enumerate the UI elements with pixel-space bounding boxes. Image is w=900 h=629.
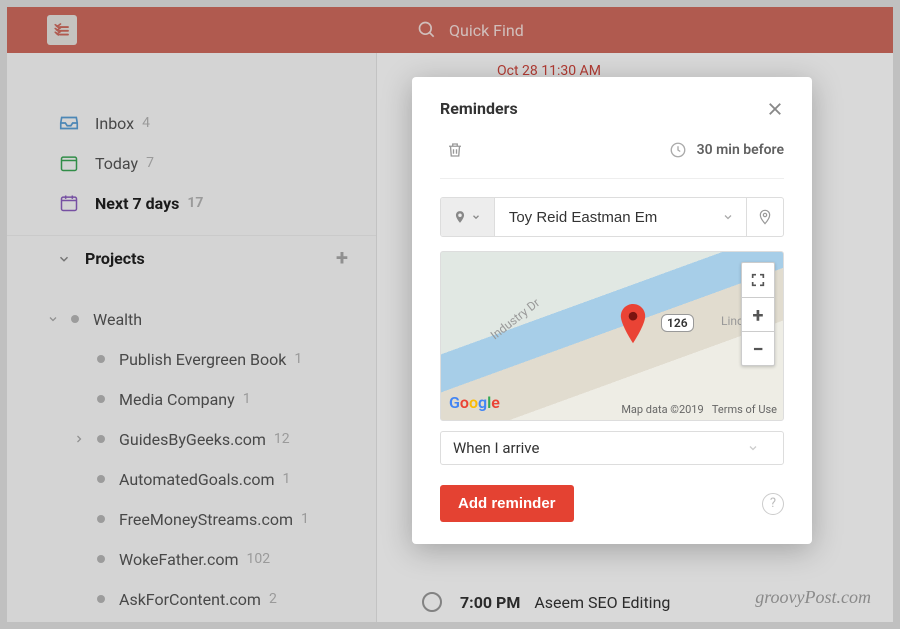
project-count: 1 [301, 511, 309, 527]
nav-count: 4 [142, 115, 150, 131]
map-pin-icon [616, 304, 650, 350]
chevron-down-icon [57, 252, 71, 266]
calendar-icon [57, 191, 81, 215]
project-item[interactable]: FreeMoneyStreams.com 1 [7, 499, 376, 539]
help-button[interactable]: ? [762, 493, 784, 515]
project-bullet [71, 315, 79, 323]
fullscreen-button[interactable] [742, 263, 774, 297]
task-checkbox[interactable] [422, 592, 442, 612]
project-bullet [97, 515, 105, 523]
reminders-modal: Reminders 30 min before [412, 77, 812, 544]
task-row[interactable]: 7:00 PM Aseem SEO Editing [422, 592, 670, 612]
sidebar: Inbox 4 Today 7 Next 7 days 17 Projects … [7, 53, 377, 622]
task-time: 7:00 PM [460, 593, 520, 612]
map-controls: + − [741, 262, 775, 366]
modal-title: Reminders [440, 99, 518, 118]
trigger-select[interactable]: When I arrive [440, 431, 784, 465]
project-label: FreeMoneyStreams.com [119, 510, 293, 529]
topbar: Quick Find [7, 7, 893, 53]
quick-find[interactable]: Quick Find [417, 20, 524, 40]
divider [440, 178, 784, 179]
project-label: Media Company [119, 390, 235, 409]
trigger-value: When I arrive [453, 439, 539, 457]
app-logo[interactable] [47, 15, 77, 45]
route-badge: 126 [661, 314, 694, 332]
project-label: GuidesByGeeks.com [119, 430, 266, 449]
nav-label: Inbox [95, 114, 134, 133]
zoom-in-button[interactable]: + [742, 297, 774, 331]
bg-tile [827, 133, 853, 173]
task-title: Aseem SEO Editing [534, 593, 670, 612]
road-label: Industry Dr [488, 296, 542, 343]
time-before-label[interactable]: 30 min before [697, 142, 784, 158]
project-bullet [97, 355, 105, 363]
search-placeholder: Quick Find [449, 21, 524, 40]
project-label: Wealth [93, 310, 142, 329]
nav-inbox[interactable]: Inbox 4 [7, 103, 376, 143]
chevron-right-icon [73, 433, 97, 445]
section-label: Projects [85, 249, 145, 268]
project-bullet [97, 595, 105, 603]
project-item[interactable]: AskForContent.com 2 [7, 579, 376, 619]
bg-tile [827, 193, 853, 235]
inbox-icon [57, 111, 81, 135]
pin-button[interactable] [746, 198, 783, 236]
project-bullet [97, 435, 105, 443]
location-bar [440, 197, 784, 237]
project-bullet [97, 395, 105, 403]
project-item[interactable]: Media Company 1 [7, 379, 376, 419]
location-input[interactable] [495, 209, 722, 226]
project-count: 12 [274, 431, 290, 447]
search-icon [417, 20, 437, 40]
nav-count: 7 [146, 155, 154, 171]
project-item[interactable]: WokeFather.com 102 [7, 539, 376, 579]
section-projects[interactable]: Projects + [7, 235, 376, 281]
project-item[interactable]: Publish Evergreen Book 1 [7, 339, 376, 379]
project-bullet [97, 555, 105, 563]
project-label: Publish Evergreen Book [119, 350, 286, 369]
map[interactable]: Industry Dr Lincol 126 + − Google Map da… [440, 251, 784, 421]
chevron-down-icon [47, 313, 71, 325]
project-bullet [97, 475, 105, 483]
terms-link[interactable]: Terms of Use [712, 403, 777, 416]
project-count: 1 [243, 391, 251, 407]
project-label: WokeFather.com [119, 550, 239, 569]
delete-button[interactable] [440, 140, 464, 160]
google-logo: Google [449, 393, 500, 412]
nav-label: Next 7 days [95, 194, 179, 213]
add-project-button[interactable]: + [336, 246, 348, 271]
project-wealth[interactable]: Wealth [7, 299, 376, 339]
watermark: groovyPost.com [755, 587, 871, 608]
project-label: AskForContent.com [119, 590, 261, 609]
project-count: 2 [269, 591, 277, 607]
project-count: 102 [247, 551, 271, 567]
project-label: AutomatedGoals.com [119, 470, 274, 489]
close-button[interactable] [766, 100, 784, 118]
nav-label: Today [95, 154, 138, 173]
nav-next7days[interactable]: Next 7 days 17 [7, 183, 376, 223]
chevron-down-icon[interactable] [722, 211, 734, 223]
nav-today[interactable]: Today 7 [7, 143, 376, 183]
project-item[interactable]: AutomatedGoals.com 1 [7, 459, 376, 499]
zoom-out-button[interactable]: − [742, 331, 774, 365]
project-count: 1 [282, 471, 290, 487]
nav-count: 17 [187, 195, 203, 211]
project-count: 1 [294, 351, 302, 367]
chevron-down-icon [747, 442, 759, 454]
bg-tile [827, 253, 853, 383]
map-attribution: Map data ©2019 Terms of Use [621, 403, 777, 416]
project-item[interactable]: GuidesByGeeks.com 12 [7, 419, 376, 459]
today-icon [57, 151, 81, 175]
clock-icon [669, 141, 687, 159]
location-type-dropdown[interactable] [441, 198, 495, 236]
add-reminder-button[interactable]: Add reminder [440, 485, 574, 522]
